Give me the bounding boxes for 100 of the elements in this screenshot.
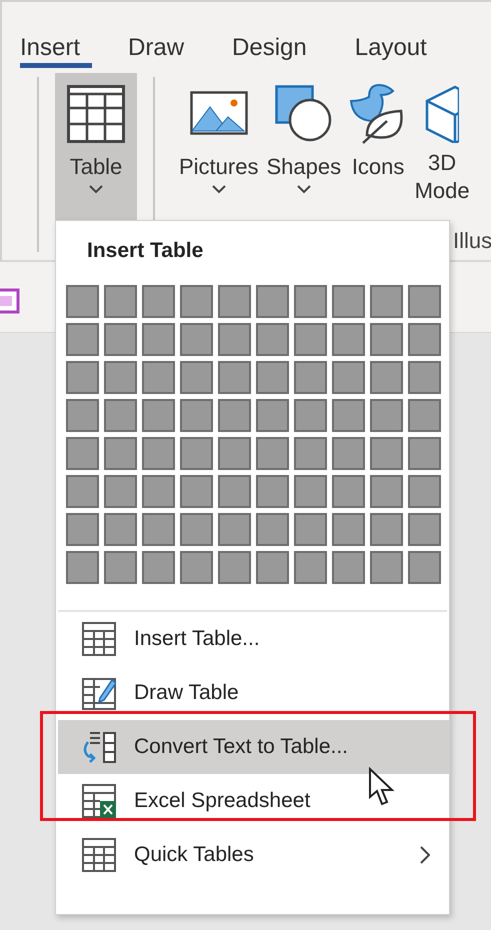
- grid-cell[interactable]: [256, 399, 289, 432]
- grid-cell[interactable]: [218, 551, 251, 584]
- grid-cell[interactable]: [104, 285, 137, 318]
- grid-cell[interactable]: [180, 361, 213, 394]
- grid-cell[interactable]: [218, 399, 251, 432]
- grid-cell[interactable]: [408, 285, 441, 318]
- grid-cell[interactable]: [104, 551, 137, 584]
- ribbon-button[interactable]: Pictures: [175, 73, 262, 221]
- grid-cell[interactable]: [142, 323, 175, 356]
- grid-cell[interactable]: [218, 323, 251, 356]
- grid-cell[interactable]: [294, 475, 327, 508]
- grid-cell[interactable]: [104, 475, 137, 508]
- grid-cell[interactable]: [104, 437, 137, 470]
- grid-cell[interactable]: [294, 323, 327, 356]
- grid-cell[interactable]: [294, 399, 327, 432]
- grid-cell[interactable]: [294, 437, 327, 470]
- grid-cell[interactable]: [66, 437, 99, 470]
- grid-cell[interactable]: [66, 285, 99, 318]
- grid-cell[interactable]: [218, 513, 251, 546]
- grid-cell[interactable]: [332, 285, 365, 318]
- grid-cell[interactable]: [370, 285, 403, 318]
- menu-item[interactable]: Draw Table: [58, 666, 450, 720]
- grid-cell[interactable]: [256, 323, 289, 356]
- grid-cell[interactable]: [370, 437, 403, 470]
- menu-title: Insert Table: [86, 238, 204, 264]
- grid-cell[interactable]: [218, 437, 251, 470]
- grid-cell[interactable]: [180, 399, 213, 432]
- grid-cell[interactable]: [142, 475, 175, 508]
- grid-cell[interactable]: [332, 399, 365, 432]
- grid-cell[interactable]: [408, 475, 441, 508]
- grid-cell[interactable]: [142, 285, 175, 318]
- ribbon-button[interactable]: Shapes: [262, 73, 346, 221]
- grid-cell[interactable]: [142, 399, 175, 432]
- spreadsheet-icon: [82, 784, 116, 818]
- grid-cell[interactable]: [294, 285, 327, 318]
- menu-item[interactable]: Convert Text to Table...: [58, 720, 450, 774]
- grid-cell[interactable]: [142, 551, 175, 584]
- grid-cell[interactable]: [408, 513, 441, 546]
- grid-cell[interactable]: [332, 513, 365, 546]
- grid-cell[interactable]: [104, 399, 137, 432]
- grid-cell[interactable]: [408, 323, 441, 356]
- grid-cell[interactable]: [142, 361, 175, 394]
- grid-cell[interactable]: [256, 437, 289, 470]
- grid-cell[interactable]: [408, 551, 441, 584]
- grid-cell[interactable]: [370, 399, 403, 432]
- grid-cell[interactable]: [408, 437, 441, 470]
- menu-item[interactable]: Insert Table...: [58, 612, 450, 666]
- ribbon-button[interactable]: 3D Mode: [411, 73, 474, 221]
- grid-cell[interactable]: [180, 513, 213, 546]
- grid-cell[interactable]: [294, 361, 327, 394]
- grid-cell[interactable]: [256, 361, 289, 394]
- grid-cell[interactable]: [294, 551, 327, 584]
- grid-cell[interactable]: [104, 513, 137, 546]
- grid-cell[interactable]: [180, 551, 213, 584]
- grid-cell[interactable]: [408, 399, 441, 432]
- grid-cell[interactable]: [256, 475, 289, 508]
- grid-cell[interactable]: [256, 551, 289, 584]
- grid-cell[interactable]: [66, 475, 99, 508]
- grid-cell[interactable]: [142, 513, 175, 546]
- grid-cell[interactable]: [66, 399, 99, 432]
- grid-cell[interactable]: [332, 475, 365, 508]
- grid-cell[interactable]: [294, 513, 327, 546]
- grid-cell[interactable]: [332, 361, 365, 394]
- ribbon-tab[interactable]: Design: [230, 26, 331, 70]
- grid-cell[interactable]: [66, 361, 99, 394]
- grid-cell[interactable]: [180, 285, 213, 318]
- grid-cell[interactable]: [332, 437, 365, 470]
- table-icon: [82, 622, 116, 656]
- grid-cell[interactable]: [218, 285, 251, 318]
- ribbon-tab[interactable]: Insert: [18, 26, 104, 70]
- style-icon: [0, 288, 20, 314]
- menu-item[interactable]: Quick Tables: [58, 828, 450, 882]
- grid-cell[interactable]: [332, 551, 365, 584]
- grid-cell[interactable]: [408, 361, 441, 394]
- grid-cell[interactable]: [104, 323, 137, 356]
- grid-cell[interactable]: [180, 437, 213, 470]
- grid-cell[interactable]: [66, 513, 99, 546]
- grid-cell[interactable]: [180, 475, 213, 508]
- grid-cell[interactable]: [256, 513, 289, 546]
- grid-cell[interactable]: [370, 513, 403, 546]
- grid-cell[interactable]: [256, 285, 289, 318]
- grid-cell[interactable]: [180, 323, 213, 356]
- ribbon-tab[interactable]: Draw: [126, 26, 208, 70]
- grid-cell[interactable]: [332, 323, 365, 356]
- ribbon-button[interactable]: Icons: [345, 73, 412, 221]
- grid-cell[interactable]: [66, 551, 99, 584]
- mouse-pointer-icon: [368, 767, 396, 807]
- cube-icon: [425, 85, 460, 143]
- grid-cell[interactable]: [66, 323, 99, 356]
- grid-cell[interactable]: [370, 361, 403, 394]
- grid-cell[interactable]: [370, 323, 403, 356]
- table-icon: [67, 85, 125, 143]
- grid-cell[interactable]: [104, 361, 137, 394]
- ribbon-button[interactable]: Table: [55, 73, 137, 223]
- ribbon-tab[interactable]: Layout: [352, 26, 451, 70]
- grid-cell[interactable]: [370, 551, 403, 584]
- grid-cell[interactable]: [370, 475, 403, 508]
- grid-cell[interactable]: [218, 475, 251, 508]
- grid-cell[interactable]: [142, 437, 175, 470]
- grid-cell[interactable]: [218, 361, 251, 394]
